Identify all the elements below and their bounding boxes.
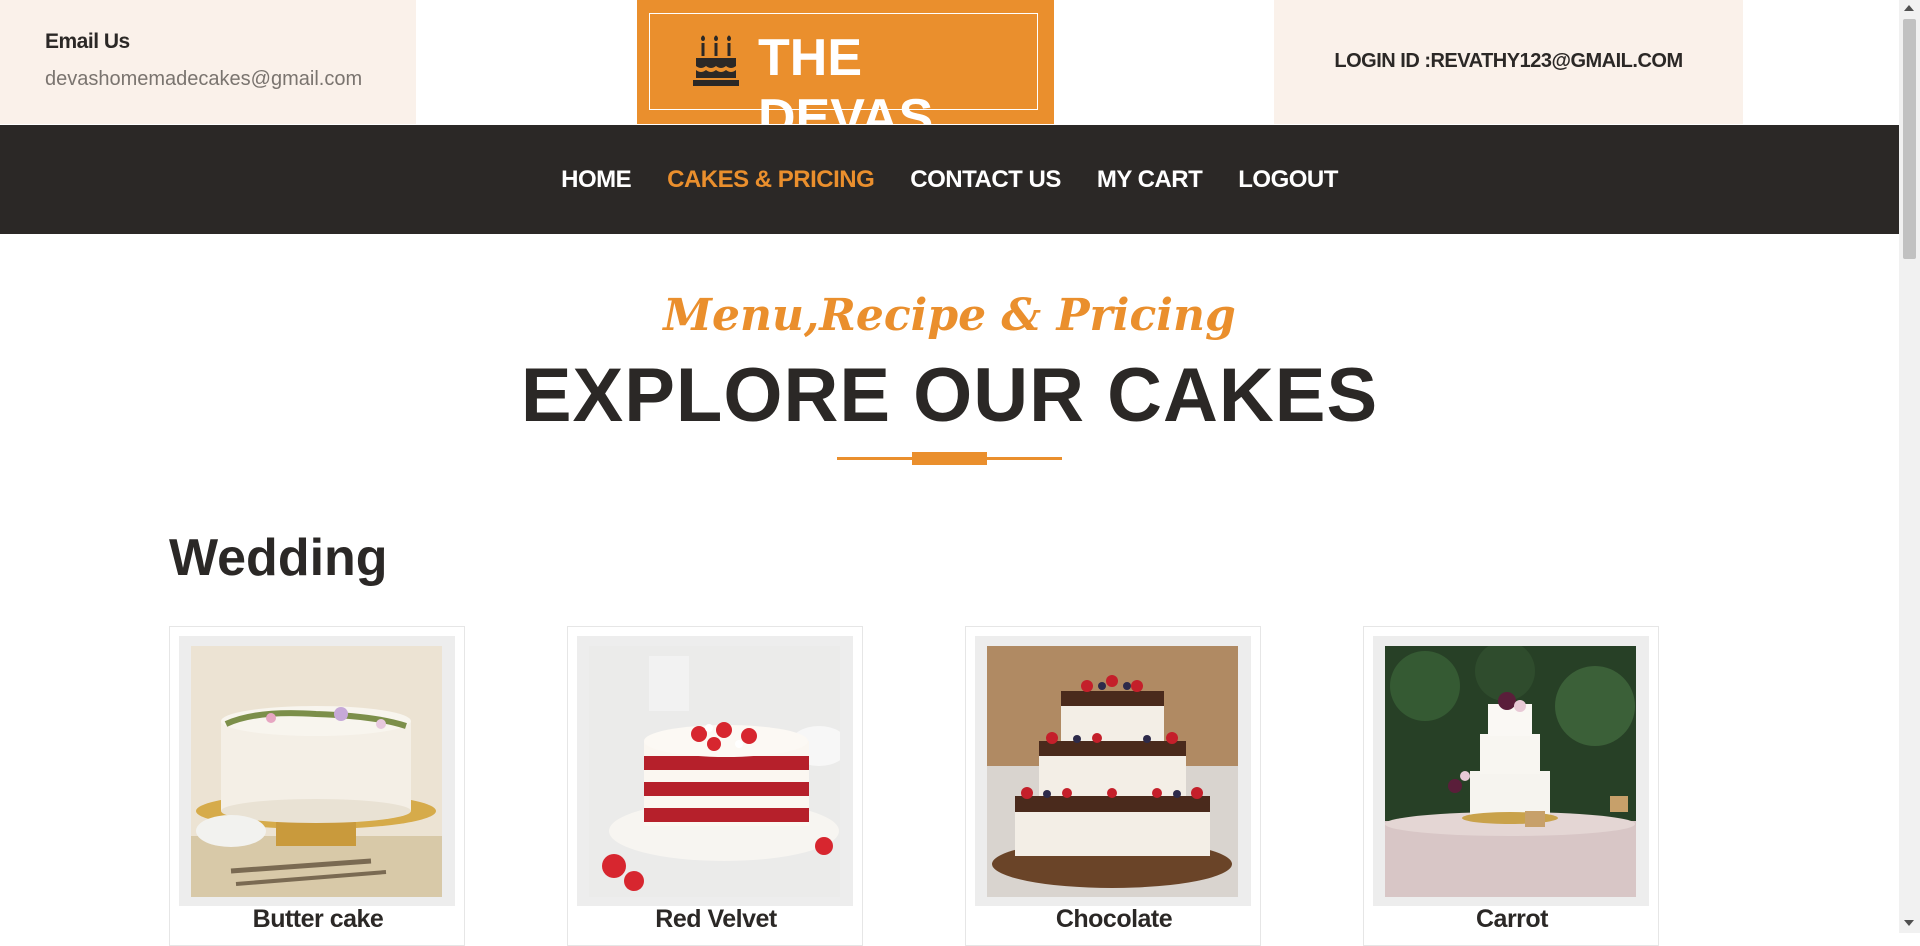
section-subtitle: Menu,Recipe & Pricing (663, 290, 1236, 341)
nav-home[interactable]: HOME (561, 166, 632, 194)
cake-image[interactable] (191, 646, 442, 897)
cake-image-frame (179, 636, 455, 906)
cake-card[interactable]: Carrot (1363, 626, 1659, 946)
top-bar: Email Us devashomemadecakes@gmail.com TH… (0, 0, 1899, 147)
scroll-down-arrow-icon[interactable] (1904, 920, 1914, 926)
nav-logout[interactable]: LOGOUT (1238, 166, 1338, 194)
nav-my-cart[interactable]: MY CART (1097, 166, 1203, 194)
nav-items: HOME CAKES & PRICING CONTACT US MY CART … (0, 125, 1899, 234)
cake-image-frame (577, 636, 853, 906)
brand-logo[interactable]: THE DEVAS (637, 0, 1054, 147)
title-divider-accent (912, 452, 987, 465)
page-scrollbar[interactable] (1899, 0, 1920, 933)
birthday-cake-icon (693, 35, 739, 86)
category-title: Wedding (169, 529, 388, 587)
cake-name: Carrot (1475, 905, 1549, 933)
cake-card[interactable]: Red Velvet (567, 626, 863, 946)
email-label: Email Us (45, 30, 130, 53)
email-contact-box: Email Us devashomemadecakes@gmail.com (0, 0, 416, 124)
cake-image-frame (1373, 636, 1649, 906)
nav-contact-us[interactable]: CONTACT US (910, 166, 1061, 194)
cake-card[interactable]: Butter cake (169, 626, 465, 946)
scroll-up-arrow-icon[interactable] (1904, 5, 1914, 11)
cake-image[interactable] (1385, 646, 1636, 897)
login-id-text: LOGIN ID :REVATHY123@GMAIL.COM (1334, 50, 1683, 72)
cake-image-frame (975, 636, 1251, 906)
cake-image[interactable] (987, 646, 1238, 897)
scroll-thumb[interactable] (1903, 19, 1916, 259)
cake-card[interactable]: Chocolate (965, 626, 1261, 946)
login-info-box: LOGIN ID :REVATHY123@GMAIL.COM (1274, 0, 1743, 124)
email-value[interactable]: devashomemadecakes@gmail.com (45, 68, 362, 91)
cake-name: Red Velvet (655, 905, 777, 933)
cake-name: Butter cake (252, 905, 384, 933)
logo-frame: THE DEVAS (649, 13, 1038, 147)
nav-cakes-pricing[interactable]: CAKES & PRICING (667, 166, 875, 194)
page-title: EXPLORE OUR CAKES (520, 353, 1379, 438)
cake-name: Chocolate (1055, 905, 1173, 933)
cake-image[interactable] (589, 646, 840, 897)
main-nav: HOME CAKES & PRICING CONTACT US MY CART … (0, 125, 1899, 234)
